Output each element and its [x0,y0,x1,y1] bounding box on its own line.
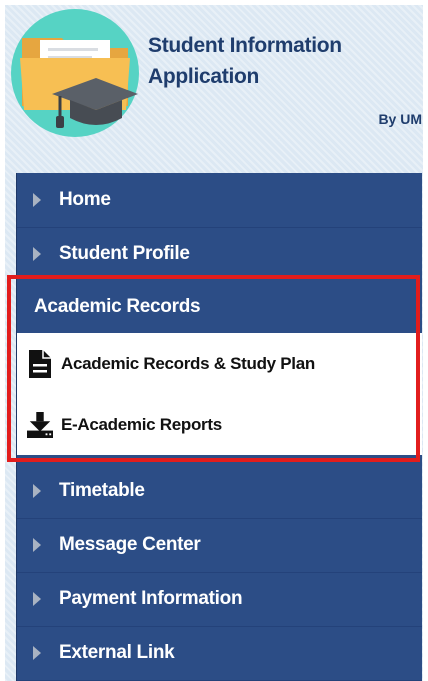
menu-item-student-profile[interactable]: Student Profile [17,227,422,282]
submenu-item-label: E-Academic Reports [61,414,222,434]
triangle-right-icon [33,538,41,552]
app-title-line1: Student Information [148,34,342,57]
menu-section-header[interactable]: Academic Records [17,281,422,333]
triangle-right-icon [33,484,41,498]
menu-item-label: Timetable [59,480,145,501]
triangle-right-icon [33,646,41,660]
menu-item-label: External Link [59,642,175,663]
app-logo [10,8,140,138]
menu-item-label: Payment Information [59,588,243,609]
app-title-line2: Application [148,65,260,88]
menu-item-message-center[interactable]: Message Center [17,518,422,573]
menu-item-label: Student Profile [59,243,190,264]
menu-item-label: Message Center [59,534,201,555]
app-title: Student Information Application [148,30,408,92]
submenu-item-label: Academic Records & Study Plan [61,353,315,373]
by-line: By UM [378,111,422,127]
sidebar-menu: Home Student Profile Academic Records Ac… [16,173,422,681]
menu-item-home[interactable]: Home [17,173,422,228]
menu-section-academic-records: Academic Records Academic Records & Stud… [17,281,422,455]
download-icon [27,410,53,440]
submenu-item-e-academic-reports[interactable]: E-Academic Reports [17,394,422,455]
folder-graduation-cap-icon [11,9,139,137]
document-icon [27,349,53,379]
menu-item-label: Home [59,189,111,210]
menu-item-payment-information[interactable]: Payment Information [17,572,422,627]
triangle-right-icon [33,247,41,261]
menu-item-timetable[interactable]: Timetable [17,464,422,519]
submenu-item-academic-records-study-plan[interactable]: Academic Records & Study Plan [17,333,422,394]
triangle-right-icon [33,592,41,606]
menu-item-external-link[interactable]: External Link [17,626,422,681]
triangle-right-icon [33,193,41,207]
